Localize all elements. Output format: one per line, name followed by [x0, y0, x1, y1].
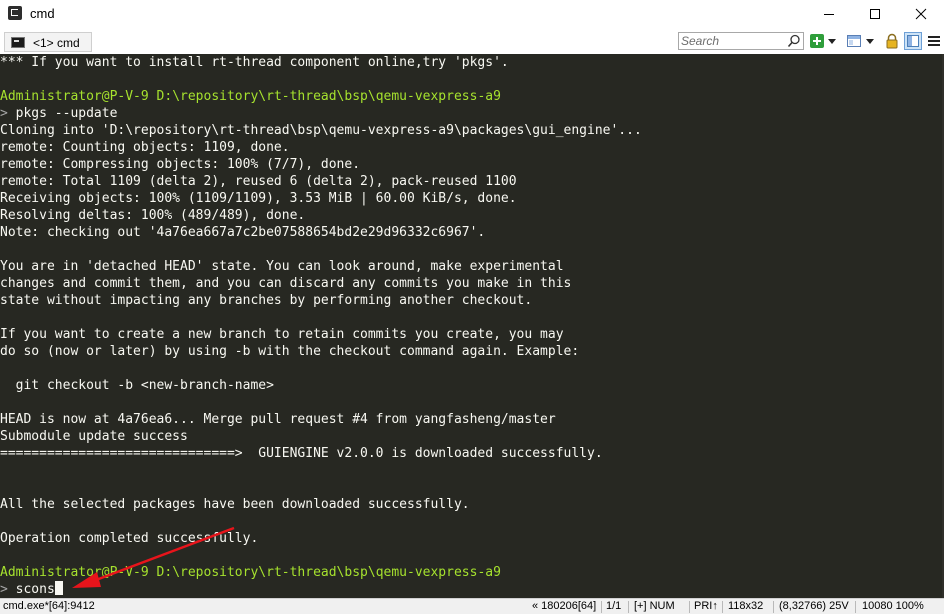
title-bar: cmd: [0, 0, 944, 28]
close-icon: [915, 8, 927, 20]
lock-icon[interactable]: [884, 33, 900, 49]
dropdown-icon[interactable]: [827, 33, 837, 49]
prompt-line: Administrator@P-V-9 D:\repository\rt-thr…: [0, 88, 501, 105]
app-icon[interactable]: [8, 6, 22, 20]
console-line: git checkout -b <new-branch-name>: [0, 378, 274, 393]
tab-cmd[interactable]: <1> cmd: [4, 32, 92, 52]
console-line: *** If you want to install rt-thread com…: [0, 55, 509, 70]
minimize-icon: [824, 14, 834, 15]
search-box[interactable]: [678, 32, 804, 50]
new-console-icon[interactable]: [809, 33, 825, 49]
console-line: If you want to create a new branch to re…: [0, 327, 564, 342]
close-button[interactable]: [898, 0, 944, 28]
status-divider: [722, 601, 723, 613]
console-line: Resolving deltas: 100% (489/489), done.: [0, 208, 306, 223]
console-line: You are in 'detached HEAD' state. You ca…: [0, 259, 564, 274]
dropdown-icon[interactable]: [865, 33, 875, 49]
menu-icon[interactable]: [926, 33, 942, 49]
console-line: ==============================> GUIENGIN…: [0, 446, 603, 461]
console-line: Note: checking out '4a76ea667a7c2be07588…: [0, 225, 486, 240]
console-line: remote: Counting objects: 1109, done.: [0, 140, 290, 155]
console-line: HEAD is now at 4a76ea6... Merge pull req…: [0, 412, 556, 427]
status-size[interactable]: 118x32: [728, 600, 763, 612]
prompt-line: Administrator@P-V-9 D:\repository\rt-thr…: [0, 564, 501, 581]
status-pid-zoom[interactable]: 10080 100%: [862, 600, 924, 612]
console-line: Receiving objects: 100% (1109/1109), 3.5…: [0, 191, 517, 206]
minimize-button[interactable]: [806, 0, 852, 28]
search-icon[interactable]: [787, 34, 801, 48]
status-buffer[interactable]: (8,32766) 25V: [779, 600, 849, 612]
search-input[interactable]: [681, 34, 785, 48]
tab-label: <1> cmd: [33, 36, 80, 50]
console-line: All the selected packages have been down…: [0, 497, 470, 512]
text-cursor: [54, 581, 63, 595]
toolbar: <1> cmd: [0, 30, 944, 54]
console-line: remote: Total 1109 (delta 2), reused 6 (…: [0, 174, 517, 189]
console-line: Operation completed successfully.: [0, 531, 259, 546]
status-build[interactable]: « 180206[64]: [532, 600, 596, 612]
console-line: do so (now or later) by using -b with th…: [0, 344, 580, 359]
status-divider: [773, 601, 774, 613]
status-divider: [689, 601, 690, 613]
console-tab-icon: [11, 37, 25, 48]
status-bar: cmd.exe*[64]:9412 « 180206[64] 1/1 [+] N…: [0, 598, 944, 614]
console-line: changes and commit them, and you can dis…: [0, 276, 572, 291]
command-text: pkgs --update: [7, 106, 118, 121]
prompt-arrow: >: [0, 582, 8, 597]
status-divider: [855, 601, 856, 613]
prompt-path: D:\repository\rt-thread\bsp\qemu-vexpres…: [148, 565, 501, 580]
console-output[interactable]: *** If you want to install rt-thread com…: [0, 54, 944, 598]
status-divider: [628, 601, 629, 613]
prompt-path: D:\repository\rt-thread\bsp\qemu-vexpres…: [148, 89, 501, 104]
console-line: state without impacting any branches by …: [0, 293, 533, 308]
console-line: Submodule update success: [0, 429, 188, 444]
window-title: cmd: [30, 6, 55, 21]
command-line: > pkgs --update: [0, 105, 117, 122]
console-line: remote: Compressing objects: 100% (7/7),…: [0, 157, 361, 172]
prompt-arrow: >: [0, 106, 8, 121]
command-input-text[interactable]: scons: [8, 582, 55, 597]
console-line: Cloning into 'D:\repository\rt-thread\bs…: [0, 123, 642, 138]
status-divider: [601, 601, 602, 613]
status-pages[interactable]: 1/1: [606, 600, 621, 612]
prompt-user: Administrator@P-V-9: [0, 565, 149, 580]
maximize-icon: [870, 9, 880, 19]
maximize-button[interactable]: [852, 0, 898, 28]
prompt-user: Administrator@P-V-9: [0, 89, 149, 104]
window-layout-icon[interactable]: [846, 33, 862, 49]
panel-toggle-icon[interactable]: [904, 32, 922, 50]
command-line[interactable]: > scons: [0, 581, 63, 598]
status-priority[interactable]: PRI↑: [694, 600, 718, 612]
status-mode[interactable]: [+] NUM: [634, 600, 675, 612]
status-process[interactable]: cmd.exe*[64]:9412: [3, 600, 95, 612]
